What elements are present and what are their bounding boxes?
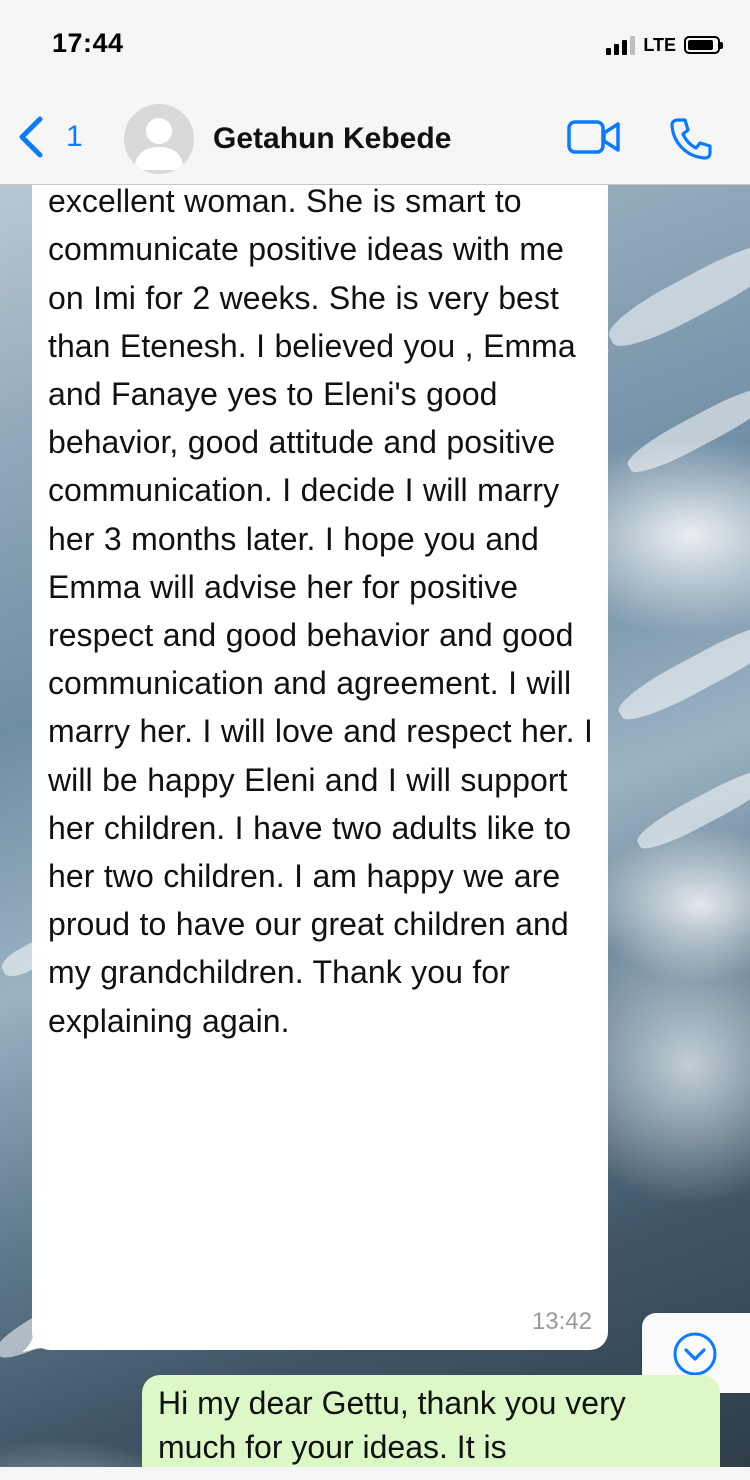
wallpaper-ridge — [632, 761, 750, 857]
wallpaper-ridge — [622, 379, 750, 481]
wallpaper-ridge — [601, 232, 750, 358]
unread-count: 1 — [66, 120, 83, 153]
voice-call-button[interactable] — [668, 116, 714, 167]
contact-name[interactable]: Getahun Kebede — [213, 122, 451, 156]
phone-icon — [670, 118, 712, 160]
chevron-left-icon — [19, 116, 43, 158]
status-indicators: LTE — [606, 32, 723, 58]
incoming-message-bubble[interactable]: manage her own senses. She is a excellen… — [32, 185, 608, 1350]
signal-strength-icon — [606, 35, 636, 55]
outgoing-message-bubble[interactable]: Hi my dear Gettu, thank you very much fo… — [142, 1375, 720, 1480]
chat-header: 1 Getahun Kebede — [0, 88, 750, 185]
wallpaper-ridge — [612, 614, 750, 730]
chat-area[interactable]: manage her own senses. She is a excellen… — [0, 185, 750, 1480]
chevron-down-circle-icon — [673, 1332, 717, 1376]
person-icon — [134, 118, 184, 170]
status-time: 17:44 — [52, 28, 124, 58]
avatar[interactable] — [124, 104, 194, 174]
bubble-tail — [22, 1331, 46, 1352]
battery-icon — [684, 36, 723, 54]
network-type-label: LTE — [643, 34, 676, 55]
video-call-button[interactable] — [566, 118, 622, 161]
incoming-message-text: manage her own senses. She is a excellen… — [48, 185, 593, 1039]
outgoing-message-text: Hi my dear Gettu, thank you very much fo… — [158, 1385, 626, 1465]
status-bar: 17:44 LTE — [0, 0, 750, 88]
video-camera-icon — [567, 120, 620, 154]
message-timestamp: 13:42 — [531, 1308, 592, 1335]
bottom-bar — [0, 1467, 750, 1480]
back-button[interactable]: 1 — [16, 112, 83, 162]
